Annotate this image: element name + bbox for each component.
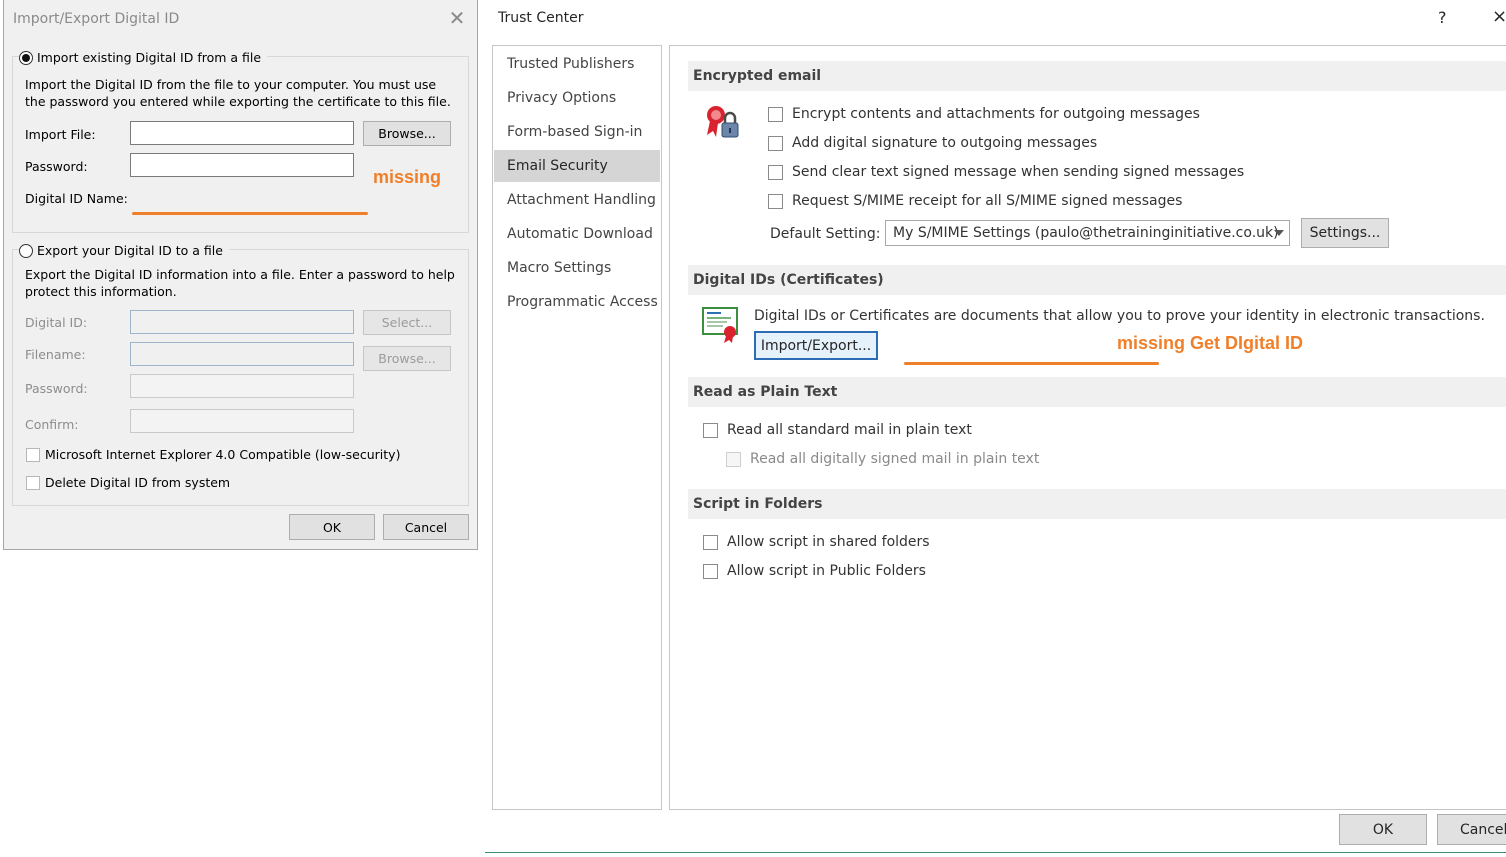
digital-id-label: Digital ID: <box>25 315 88 330</box>
trust-center-nav: Trusted Publishers Privacy Options Form-… <box>492 45 662 810</box>
import-browse-button[interactable]: Browse... <box>363 121 451 146</box>
nav-programmatic-access[interactable]: Programmatic Access <box>494 286 660 318</box>
export-radio[interactable]: Export your Digital ID to a file <box>19 243 229 258</box>
nav-automatic-download[interactable]: Automatic Download <box>494 218 660 250</box>
nav-trusted-publishers[interactable]: Trusted Publishers <box>494 48 660 80</box>
password-label: Password: <box>25 159 88 174</box>
close-icon[interactable]: ✕ <box>445 6 469 30</box>
trust-center-title: Trust Center <box>498 10 584 26</box>
default-setting-dropdown[interactable]: My S/MIME Settings (paulo@thetrainingini… <box>885 220 1290 246</box>
digital-ids-description: Digital IDs or Certificates are document… <box>754 308 1485 324</box>
help-icon[interactable]: ? <box>1438 8 1447 27</box>
delete-id-label: Delete Digital ID from system <box>45 475 231 490</box>
nav-privacy-options[interactable]: Privacy Options <box>494 82 660 114</box>
radio-selected-icon[interactable] <box>19 50 33 65</box>
add-signature-checkbox[interactable]: Add digital signature to outgoing messag… <box>768 135 1097 151</box>
clear-text-signed-label: Send clear text signed message when send… <box>792 164 1245 180</box>
missing-get-digital-id-annotation: missing Get DIgital ID <box>1117 333 1304 353</box>
smime-receipt-checkbox[interactable]: Request S/MIME receipt for all S/MIME si… <box>768 193 1182 209</box>
confirm-input[interactable] <box>130 409 354 433</box>
annotation-underline <box>904 362 1159 365</box>
plain-text-heading: Read as Plain Text <box>688 377 1506 407</box>
add-signature-label: Add digital signature to outgoing messag… <box>792 135 1098 151</box>
import-description: Import the Digital ID from the file to y… <box>25 77 451 109</box>
script-shared-folders-checkbox[interactable]: Allow script in shared folders <box>703 534 930 550</box>
cancel-button[interactable]: Cancel <box>1437 814 1506 845</box>
dialog-title: Import/Export Digital ID <box>13 11 180 27</box>
radio-unselected-icon[interactable] <box>19 243 33 258</box>
checkbox-icon[interactable] <box>703 534 718 550</box>
checkbox-icon[interactable] <box>703 563 718 579</box>
confirm-label: Confirm: <box>25 417 79 432</box>
encrypt-contents-checkbox[interactable]: Encrypt contents and attachments for out… <box>768 106 1200 122</box>
cancel-button[interactable]: Cancel <box>383 514 469 540</box>
missing-annotation: missing <box>373 167 442 187</box>
delete-id-checkbox[interactable]: Delete Digital ID from system <box>26 475 230 490</box>
bottom-divider <box>485 852 1506 853</box>
checkbox-icon[interactable] <box>768 135 783 151</box>
filename-input[interactable] <box>130 342 354 366</box>
trust-center-content: Encrypted email Encrypt contents and att… <box>669 45 1506 810</box>
smime-receipt-label: Request S/MIME receipt for all S/MIME si… <box>792 193 1183 209</box>
import-radio[interactable]: Import existing Digital ID from a file <box>19 50 268 65</box>
close-icon[interactable]: × <box>1492 6 1506 27</box>
import-file-label: Import File: <box>25 127 96 142</box>
import-radio-label: Import existing Digital ID from a file <box>37 50 262 65</box>
nav-email-security[interactable]: Email Security <box>494 150 660 182</box>
export-radio-label: Export your Digital ID to a file <box>37 243 223 258</box>
select-button[interactable]: Select... <box>363 310 451 335</box>
annotation-underline <box>132 212 368 215</box>
ok-button[interactable]: OK <box>289 514 375 540</box>
checkbox-icon[interactable] <box>768 106 783 122</box>
read-plain-text-checkbox[interactable]: Read all standard mail in plain text <box>703 422 972 438</box>
certificate-lock-icon <box>707 106 739 138</box>
filename-label: Filename: <box>25 347 86 362</box>
read-signed-plain-text-checkbox[interactable]: Read all digitally signed mail in plain … <box>726 451 1039 467</box>
nav-macro-settings[interactable]: Macro Settings <box>494 252 660 284</box>
encrypt-contents-label: Encrypt contents and attachments for out… <box>792 106 1200 122</box>
script-folders-heading: Script in Folders <box>688 489 1506 519</box>
script-public-folders-checkbox[interactable]: Allow script in Public Folders <box>703 563 926 579</box>
clear-text-signed-checkbox[interactable]: Send clear text signed message when send… <box>768 164 1244 180</box>
script-shared-folders-label: Allow script in shared folders <box>727 534 930 550</box>
read-signed-plain-text-label: Read all digitally signed mail in plain … <box>750 451 1040 467</box>
nav-attachment-handling[interactable]: Attachment Handling <box>494 184 660 216</box>
ok-button[interactable]: OK <box>1339 814 1427 845</box>
settings-button[interactable]: Settings... <box>1301 218 1389 248</box>
export-description: Export the Digital ID information into a… <box>25 267 455 299</box>
ie-compat-checkbox[interactable]: Microsoft Internet Explorer 4.0 Compatib… <box>26 447 400 462</box>
export-password-label: Password: <box>25 381 88 396</box>
read-plain-text-label: Read all standard mail in plain text <box>727 422 972 438</box>
password-input[interactable] <box>130 153 354 177</box>
import-export-dialog: Import/Export Digital ID ✕ Import existi… <box>3 0 478 550</box>
default-setting-label: Default Setting: <box>770 226 881 242</box>
checkbox-icon[interactable] <box>26 475 40 490</box>
checkbox-icon[interactable] <box>768 193 783 209</box>
digital-id-input[interactable] <box>130 310 354 334</box>
export-password-input[interactable] <box>130 374 354 398</box>
nav-form-based-sign-in[interactable]: Form-based Sign-in <box>494 116 660 148</box>
export-browse-button[interactable]: Browse... <box>363 346 451 371</box>
chevron-down-icon[interactable] <box>1274 230 1284 236</box>
checkbox-icon[interactable] <box>726 451 741 467</box>
ie-compat-label: Microsoft Internet Explorer 4.0 Compatib… <box>45 447 401 462</box>
import-export-button[interactable]: Import/Export... <box>754 331 878 360</box>
default-setting-value: My S/MIME Settings (paulo@thetrainingini… <box>893 225 1279 241</box>
digital-id-name-label: Digital ID Name: <box>25 191 128 206</box>
import-file-input[interactable] <box>130 121 354 145</box>
checkbox-icon[interactable] <box>703 422 718 438</box>
checkbox-icon[interactable] <box>26 447 40 462</box>
certificate-icon <box>702 307 738 343</box>
digital-ids-heading: Digital IDs (Certificates) <box>688 265 1506 295</box>
checkbox-icon[interactable] <box>768 164 783 180</box>
encrypted-email-heading: Encrypted email <box>688 61 1506 91</box>
script-public-folders-label: Allow script in Public Folders <box>727 563 926 579</box>
